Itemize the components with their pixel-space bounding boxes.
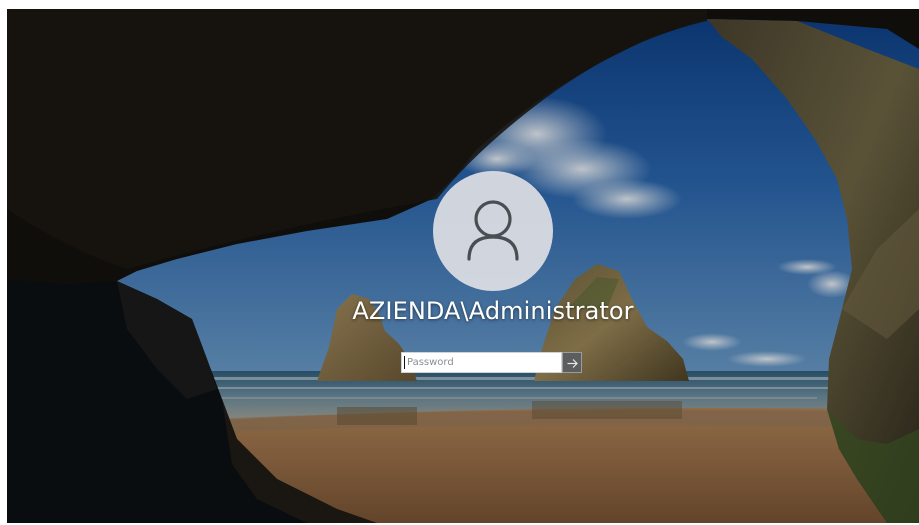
submit-button[interactable]	[562, 352, 582, 373]
password-row	[401, 352, 582, 373]
arrow-right-icon	[567, 359, 578, 368]
login-panel: AZIENDA\Administrator	[7, 9, 919, 523]
lock-screen: AZIENDA\Administrator	[7, 9, 919, 523]
user-silhouette-icon	[467, 200, 519, 261]
account-username: AZIENDA\Administrator	[352, 297, 634, 325]
text-caret	[404, 356, 405, 369]
user-avatar	[433, 171, 553, 291]
password-input[interactable]	[401, 352, 562, 373]
